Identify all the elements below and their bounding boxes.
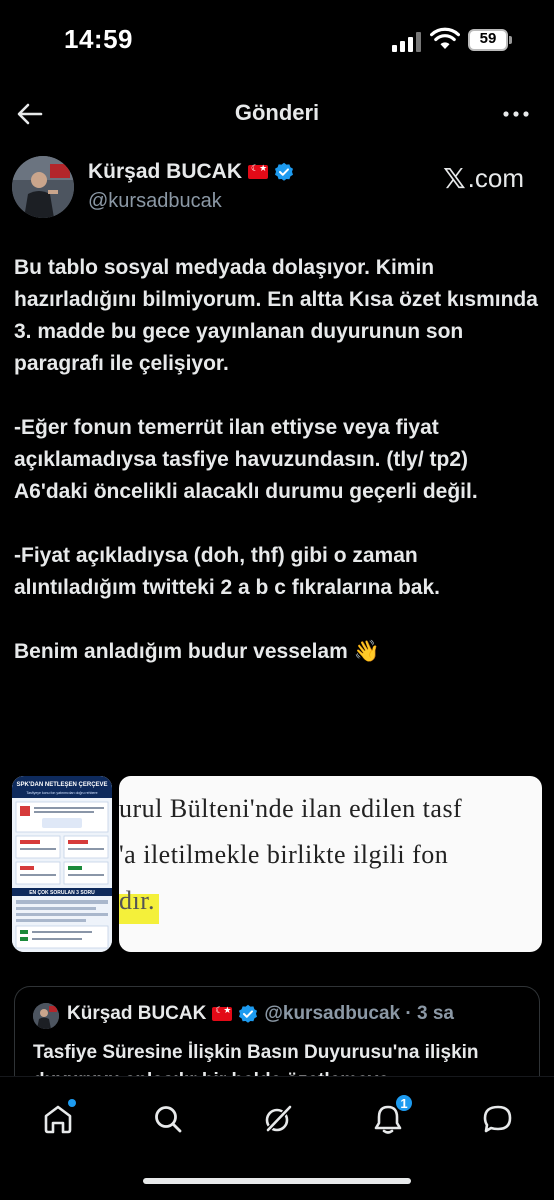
source-logo: 𝕏 .com (443, 162, 524, 195)
quote-author-name: Kürşad BUCAK (67, 1003, 207, 1024)
nav-messages[interactable] (478, 1099, 518, 1139)
document-text-line: 'a iletilmekle birlikte ilgili fon (119, 840, 449, 869)
media-image-document[interactable]: urul Bülteni'nde ilan edilen tasf 'a ile… (119, 776, 542, 952)
quote-header: Kürşad BUCAK @kursadbucak · 3 sa (67, 1003, 454, 1025)
infographic-subtitle: Tasfiyeye konu fon yatırımcıları doğru r… (26, 791, 97, 795)
document-text-line: dır. (119, 886, 155, 915)
verified-badge-icon (238, 1004, 258, 1024)
tweet-paragraph: -Eğer fonun temerrüt ilan ettiyse veya f… (14, 416, 468, 471)
page-title: Gönderi (234, 100, 320, 125)
tweet-header: Kürşad BUCAK @kursadbucak 𝕏 .com (0, 152, 554, 222)
battery-level: 59 (479, 30, 497, 47)
x-logo-icon: 𝕏 (443, 162, 466, 195)
avatar-photo (12, 156, 74, 218)
verified-badge-icon (274, 162, 294, 182)
more-dots-icon (503, 111, 529, 117)
author-avatar[interactable] (12, 156, 74, 218)
turkey-flag-icon (248, 163, 269, 179)
cellular-signal-icon (392, 32, 422, 52)
home-new-indicator (68, 1099, 76, 1107)
status-bar: 14:59 59 (0, 0, 554, 80)
messages-icon (483, 1105, 512, 1133)
home-icon (44, 1105, 72, 1134)
author-name-text: Kürşad BUCAK (88, 160, 243, 183)
status-time: 14:59 (64, 24, 133, 54)
search-icon (155, 1106, 182, 1133)
tweet-paragraph: Benim anladığım budur vesselam 👋 (14, 640, 380, 663)
infographic-image: SPK'DAN NETLEŞEN ÇERÇEVE Tasfiyeye konu … (12, 776, 112, 952)
tweet-paragraph: A6'daki öncelikli alacaklı durumu geçerl… (14, 480, 478, 503)
infographic-faq-title: EN ÇOK SORULAN 3 SORU (29, 890, 95, 896)
wifi-icon (430, 27, 460, 51)
home-indicator[interactable] (143, 1178, 411, 1184)
tweet-text: Bu tablo sosyal medyada dolaşıyor. Kimin… (14, 252, 544, 700)
tweet-paragraph: -Fiyat açıkladıysa (doh, thf) gibi o zam… (14, 544, 440, 599)
author-handle[interactable]: @kursadbucak (88, 190, 222, 213)
source-domain: .com (467, 163, 524, 193)
nav-grok[interactable] (258, 1099, 298, 1139)
nav-search[interactable] (148, 1099, 188, 1139)
media-image-infographic[interactable]: SPK'DAN NETLEŞEN ÇERÇEVE Tasfiyeye konu … (12, 776, 112, 952)
more-options-button[interactable] (498, 96, 534, 132)
notification-count-badge: 1 (394, 1093, 414, 1113)
quote-handle-time: @kursadbucak · 3 sa (264, 1003, 454, 1024)
author-name[interactable]: Kürşad BUCAK (88, 160, 294, 184)
infographic-title: SPK'DAN NETLEŞEN ÇERÇEVE (16, 782, 107, 788)
quote-author-avatar (33, 1003, 59, 1029)
grok-icon (265, 1105, 292, 1132)
turkey-flag-icon (212, 1005, 233, 1021)
nav-header: Gönderi (0, 90, 554, 140)
tweet-media: SPK'DAN NETLEŞEN ÇERÇEVE Tasfiyeye konu … (12, 776, 542, 952)
document-text-line: urul Bülteni'nde ilan edilen tasf (119, 794, 463, 823)
battery-icon: 59 (468, 29, 512, 51)
nav-notifications[interactable]: 1 (368, 1093, 414, 1139)
nav-home[interactable] (38, 1099, 78, 1139)
tweet-paragraph: Bu tablo sosyal medyada dolaşıyor. Kimin… (14, 256, 538, 375)
